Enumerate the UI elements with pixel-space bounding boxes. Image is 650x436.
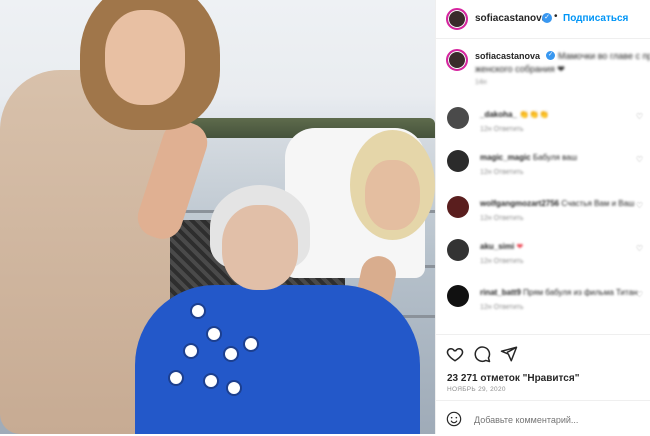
heart-icon[interactable]: ♡ — [636, 290, 643, 299]
comment-meta[interactable]: 12н Ответить — [480, 126, 524, 133]
comment-username[interactable]: aku_simi ❤ — [480, 242, 523, 251]
list-item: _dakoha_ 👏👏👏 12н Ответить ♡ — [436, 107, 650, 147]
comment-text: ❤ — [516, 242, 524, 251]
photo-flower — [205, 375, 217, 387]
heart-icon[interactable]: ♡ — [636, 201, 643, 210]
photo-flower — [208, 328, 220, 340]
post-photo[interactable] — [0, 0, 435, 434]
post-sidebar: sofiacastanova ✓ • Подписаться sofiacast… — [435, 0, 650, 435]
heart-icon[interactable]: ♡ — [636, 155, 643, 164]
verified-icon: ✓ — [546, 51, 555, 60]
add-comment-input[interactable] — [472, 414, 636, 426]
comment-meta[interactable]: 12н Ответить — [480, 304, 524, 311]
comment-meta[interactable]: 12н Ответить — [480, 258, 524, 265]
comment-icon[interactable] — [473, 345, 491, 363]
avatar[interactable] — [447, 239, 469, 261]
photo-person — [222, 205, 298, 290]
likes-count[interactable]: 23 271 отметок "Нравится" — [447, 373, 579, 384]
photo-flower — [192, 305, 204, 317]
photo-flower — [185, 345, 197, 357]
heart-icon[interactable]: ♡ — [636, 112, 643, 121]
heart-icon[interactable]: ♡ — [636, 244, 643, 253]
add-comment-bar — [436, 400, 650, 436]
comments-list[interactable]: sofiacastanova ✓ Мамочки во главе с пра … — [436, 39, 650, 334]
photo-person — [105, 10, 185, 105]
post-header: sofiacastanova ✓ • Подписаться — [436, 0, 650, 39]
avatar[interactable] — [447, 107, 469, 129]
post-actions: 23 271 отметок "Нравится" НОЯБРЬ 29, 202… — [436, 334, 650, 435]
caption-text: Мамочки во главе с пра — [558, 51, 650, 61]
avatar[interactable] — [447, 150, 469, 172]
caption-username[interactable]: sofiacastanova — [475, 51, 540, 61]
photo-person — [365, 160, 420, 230]
verified-icon: ✓ — [542, 13, 552, 23]
comment-meta[interactable]: 12н Ответить — [480, 215, 524, 222]
photo-flower — [228, 382, 240, 394]
list-item: magic_magic Бабуля ваш 12н Ответить ♡ — [436, 150, 650, 190]
heart-icon[interactable] — [446, 345, 464, 363]
comment-text: 👏👏👏 — [519, 110, 550, 119]
avatar[interactable] — [447, 196, 469, 218]
avatar[interactable] — [447, 285, 469, 307]
avatar[interactable] — [446, 8, 468, 30]
list-item: wolfgangmozart2756 Счастья Вам и Ваш 12н… — [436, 196, 650, 236]
header-separator: • — [554, 11, 558, 22]
instagram-post: sofiacastanova ✓ • Подписаться sofiacast… — [0, 0, 650, 435]
comment-username[interactable]: wolfgangmozart2756 Счастья Вам и Ваш — [480, 199, 634, 208]
photo-flower — [245, 338, 257, 350]
list-item: rinat_batt9 Прям бабуля из фильма Титан … — [436, 285, 650, 325]
comment-username[interactable]: _dakoha_ 👏👏👏 — [480, 110, 549, 119]
avatar[interactable] — [446, 49, 468, 71]
comment-text: Прям бабуля из фильма Титан — [523, 288, 638, 297]
photo-flower — [225, 348, 237, 360]
post-date: НОЯБРЬ 29, 2020 — [447, 386, 506, 393]
comment-username[interactable]: magic_magic Бабуля ваш — [480, 153, 577, 162]
comment-text: Бабуля ваш — [532, 153, 578, 162]
comment-meta[interactable]: 12н Ответить — [480, 169, 524, 176]
photo-person — [135, 285, 420, 434]
emoji-icon[interactable] — [446, 411, 462, 427]
photo-flower — [170, 372, 182, 384]
caption-text-continued: женского собрания ❤ — [475, 64, 565, 74]
list-item: aku_simi ❤ 12н Ответить ♡ — [436, 239, 650, 279]
share-icon[interactable] — [500, 345, 518, 363]
caption-time: 14н — [475, 79, 487, 86]
comment-text: Счастья Вам и Ваш — [561, 199, 635, 208]
follow-button[interactable]: Подписаться — [563, 13, 628, 24]
comment-username[interactable]: rinat_batt9 Прям бабуля из фильма Титан — [480, 288, 637, 297]
header-username[interactable]: sofiacastanova — [475, 13, 547, 24]
